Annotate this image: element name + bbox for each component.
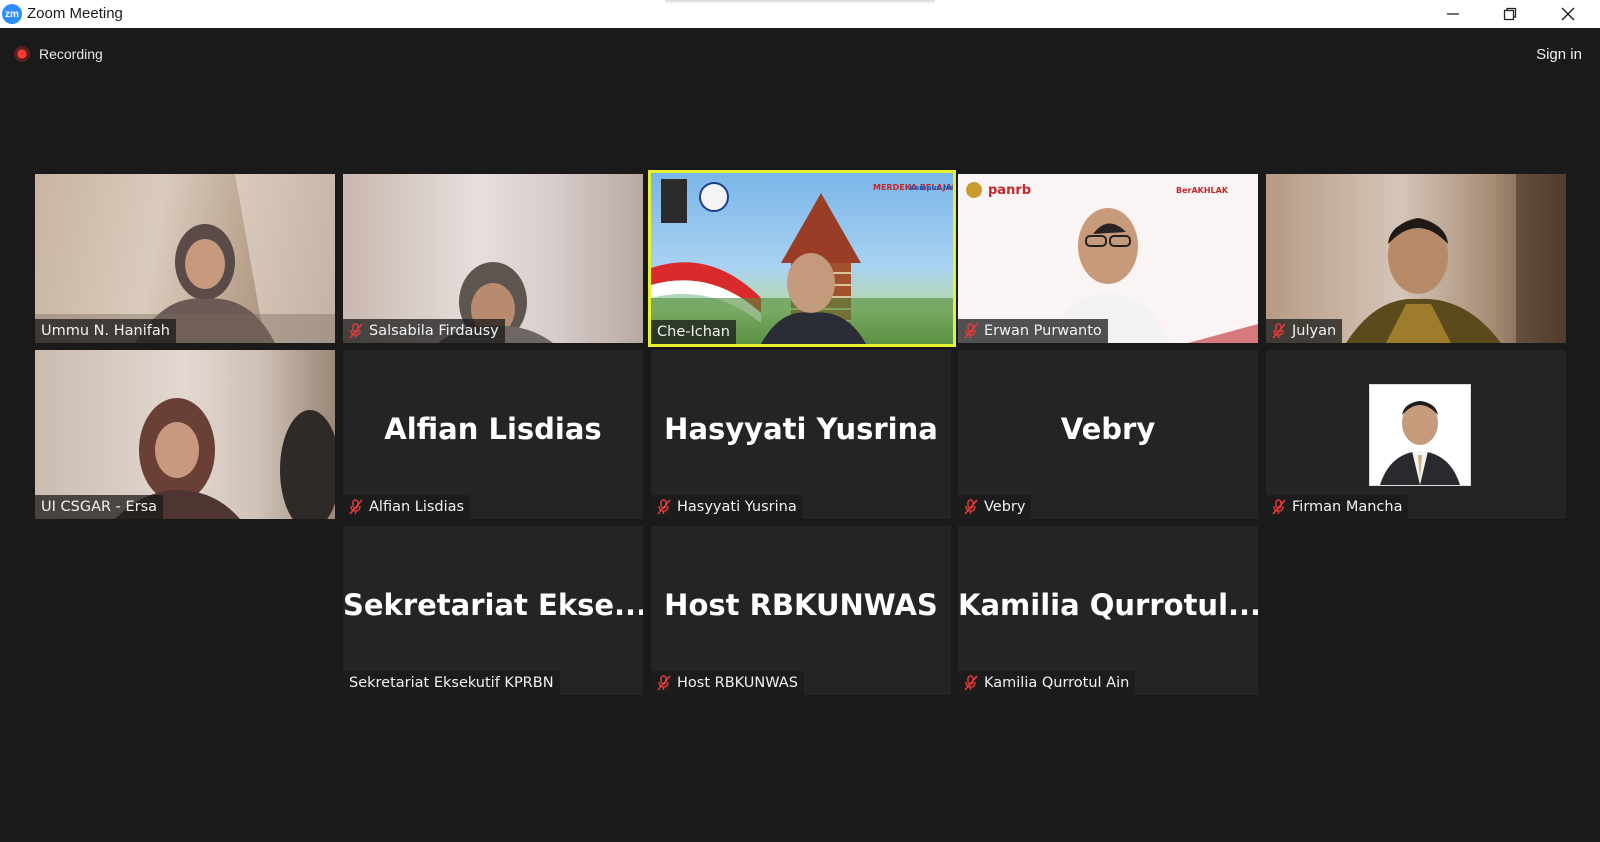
- participant-video: [35, 350, 335, 519]
- participant-name-tag: Firman Mancha: [1266, 495, 1409, 519]
- panrb-logo-text: panrb: [988, 183, 1031, 198]
- profile-photo-illustration: [1370, 385, 1470, 485]
- participant-tile-active-speaker[interactable]: MERDEKA BELAJAR Kampus Merdeka Che-Ichan: [648, 170, 956, 347]
- minimize-button[interactable]: [1430, 0, 1476, 28]
- participant-name-tag: Erwan Purwanto: [958, 319, 1108, 343]
- participant-display-name: Vebry: [1060, 412, 1156, 446]
- mic-muted-icon: [657, 499, 671, 515]
- participant-video: [343, 174, 643, 343]
- participant-video: [35, 174, 335, 343]
- participant-name-tag: Ummu N. Hanifah: [35, 319, 176, 343]
- participant-display-name: Sekretariat Ekse...: [343, 588, 643, 622]
- restore-icon: [1503, 7, 1517, 21]
- participant-name: Alfian Lisdias: [369, 499, 465, 515]
- participant-name: Hasyyati Yusrina: [677, 499, 797, 515]
- restore-button[interactable]: [1487, 0, 1533, 28]
- participant-tile[interactable]: Firman Mancha: [1266, 350, 1566, 519]
- mic-muted-icon: [964, 323, 978, 339]
- berakhlak-text: BerAKHLAK: [1176, 186, 1229, 195]
- participant-display-name: Kamilia Qurrotul...: [958, 588, 1258, 622]
- video-frame-illustration: [438, 262, 553, 343]
- participant-tile[interactable]: Alfian Lisdias Alfian Lisdias: [343, 350, 643, 519]
- recording-indicator[interactable]: Recording: [14, 44, 103, 64]
- participant-display-name: Alfian Lisdias: [384, 412, 602, 446]
- participant-name-tag: UI CSGAR - Ersa: [35, 495, 164, 519]
- participant-name-tag: Che-Ichan: [651, 320, 736, 344]
- participant-tile[interactable]: Hasyyati Yusrina Hasyyati Yusrina: [651, 350, 951, 519]
- participant-video: [1266, 174, 1566, 343]
- recording-icon: [14, 46, 30, 62]
- participant-tile[interactable]: UI CSGAR - Ersa: [35, 350, 335, 519]
- participant-tile[interactable]: Salsabila Firdausy: [343, 174, 643, 343]
- participant-name: Julyan: [1292, 323, 1337, 339]
- participant-name-tag: Alfian Lisdias: [343, 495, 471, 519]
- participant-name: Che-Ichan: [657, 324, 730, 340]
- participant-name-tag: Julyan: [1266, 319, 1343, 343]
- mic-muted-icon: [349, 323, 363, 339]
- mic-muted-icon: [964, 499, 978, 515]
- participant-name: Salsabila Firdausy: [369, 323, 499, 339]
- video-frame-illustration: MERDEKA BELAJAR Kampus Merdeka: [651, 179, 953, 344]
- participant-display-name: Hasyyati Yusrina: [664, 412, 938, 446]
- zoom-app-icon: zm: [2, 4, 22, 24]
- mic-muted-icon: [657, 675, 671, 691]
- participant-video: MERDEKA BELAJAR Kampus Merdeka: [651, 173, 953, 344]
- participant-name-tag: Salsabila Firdausy: [343, 319, 505, 343]
- close-button[interactable]: [1545, 0, 1591, 28]
- sign-in-button[interactable]: Sign in: [1525, 42, 1593, 66]
- mic-muted-icon: [1272, 499, 1286, 515]
- participant-name-tag: Kamilia Qurrotul Ain: [958, 671, 1136, 695]
- participant-name-tag: Vebry: [958, 495, 1032, 519]
- minimize-icon: [1447, 13, 1459, 15]
- video-frame-illustration: panrb BerAKHLAK: [958, 174, 1258, 343]
- participant-name: Firman Mancha: [1292, 499, 1403, 515]
- kampus-merdeka-text: Kampus Merdeka: [909, 184, 953, 192]
- participant-name-tag: Host RBKUNWAS: [651, 671, 804, 695]
- participant-name: Sekretariat Eksekutif KPRBN: [349, 675, 554, 691]
- participant-tile[interactable]: panrb BerAKHLAK Erwan Purwanto: [958, 174, 1258, 343]
- participant-tile[interactable]: Sekretariat Ekse... Sekretariat Eksekuti…: [343, 526, 643, 695]
- mic-muted-icon: [349, 499, 363, 515]
- participant-name-tag: Sekretariat Eksekutif KPRBN: [343, 671, 560, 695]
- mic-muted-icon: [1272, 323, 1286, 339]
- participant-tile[interactable]: Vebry Vebry: [958, 350, 1258, 519]
- recording-label: Recording: [39, 46, 103, 62]
- participant-name: Vebry: [984, 499, 1026, 515]
- participant-name: Host RBKUNWAS: [677, 675, 798, 691]
- video-frame-illustration: [35, 174, 335, 343]
- participant-tile[interactable]: Ummu N. Hanifah: [35, 174, 335, 343]
- participant-name: Ummu N. Hanifah: [41, 323, 170, 339]
- mic-muted-icon: [964, 675, 978, 691]
- profile-photo: [1369, 384, 1471, 486]
- participant-name: UI CSGAR - Ersa: [41, 499, 158, 515]
- close-icon: [1561, 7, 1575, 21]
- share-bar-tab: [665, 0, 935, 4]
- window-titlebar: zm Zoom Meeting: [0, 0, 1600, 28]
- participant-tile[interactable]: Kamilia Qurrotul... Kamilia Qurrotul Ain: [958, 526, 1258, 695]
- participant-tile[interactable]: Host RBKUNWAS Host RBKUNWAS: [651, 526, 951, 695]
- participant-name: Erwan Purwanto: [984, 323, 1102, 339]
- video-frame-illustration: [1346, 174, 1566, 343]
- participant-name: Kamilia Qurrotul Ain: [984, 675, 1130, 691]
- video-frame-illustration: [115, 398, 335, 519]
- participant-display-name: Host RBKUNWAS: [664, 588, 938, 622]
- participant-video: panrb BerAKHLAK: [958, 174, 1258, 343]
- participant-tile[interactable]: Julyan: [1266, 174, 1566, 343]
- window-title: Zoom Meeting: [27, 5, 123, 22]
- participant-name-tag: Hasyyati Yusrina: [651, 495, 803, 519]
